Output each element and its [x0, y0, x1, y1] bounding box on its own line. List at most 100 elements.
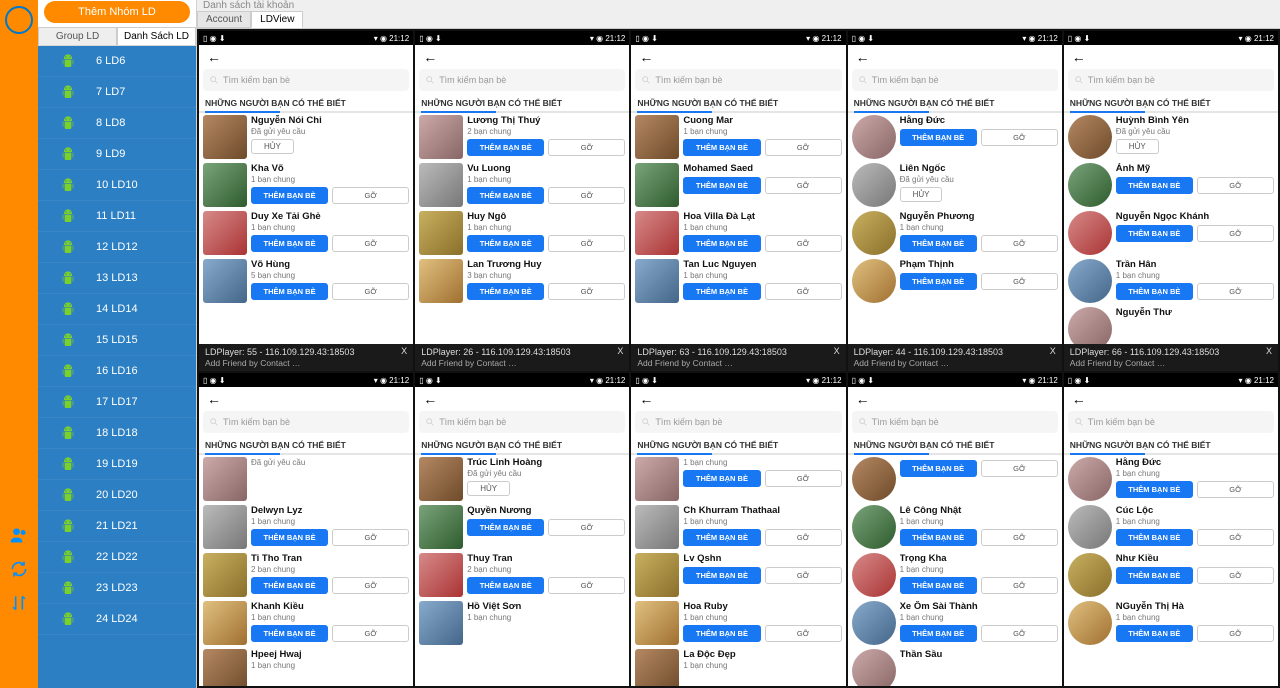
- sidebar-item[interactable]: 20 LD20: [38, 480, 196, 511]
- add-friend-button[interactable]: THÊM BẠN BÈ: [467, 139, 544, 156]
- add-friend-button[interactable]: THÊM BẠN BÈ: [900, 129, 977, 146]
- sidebar-item[interactable]: 19 LD19: [38, 449, 196, 480]
- avatar[interactable]: [203, 115, 247, 159]
- avatar[interactable]: [203, 457, 247, 501]
- sidebar-item[interactable]: 24 LD24: [38, 604, 196, 635]
- avatar[interactable]: [419, 163, 463, 207]
- sync-icon[interactable]: [8, 558, 30, 580]
- avatar[interactable]: [1068, 505, 1112, 549]
- avatar[interactable]: [852, 553, 896, 597]
- add-friend-button[interactable]: THÊM BẠN BÈ: [1116, 283, 1193, 300]
- sidebar-list[interactable]: 6 LD67 LD78 LD89 LD910 LD1011 LD1112 LD1…: [38, 46, 196, 688]
- add-friend-button[interactable]: THÊM BẠN BÈ: [1116, 529, 1193, 546]
- avatar[interactable]: [1068, 163, 1112, 207]
- search-input[interactable]: Tìm kiếm bạn bè: [852, 411, 1058, 433]
- back-icon[interactable]: ←: [856, 49, 870, 65]
- avatar[interactable]: [419, 601, 463, 645]
- avatar[interactable]: [1068, 259, 1112, 303]
- remove-button[interactable]: GỠ: [332, 625, 409, 642]
- add-friend-button[interactable]: THÊM BẠN BÈ: [683, 567, 760, 584]
- avatar[interactable]: [635, 649, 679, 686]
- remove-button[interactable]: GỠ: [1197, 177, 1274, 194]
- remove-button[interactable]: GỠ: [332, 235, 409, 252]
- remove-button[interactable]: GỠ: [548, 235, 625, 252]
- sidebar-item[interactable]: 16 LD16: [38, 356, 196, 387]
- close-icon[interactable]: X: [1266, 346, 1272, 356]
- search-input[interactable]: Tìm kiếm bạn bè: [1068, 411, 1274, 433]
- remove-button[interactable]: GỠ: [548, 519, 625, 536]
- friend-list[interactable]: Nguyễn Nói ChiĐã gửi yêu cầuHỦYKha Võ1 b…: [199, 113, 413, 344]
- avatar[interactable]: [419, 115, 463, 159]
- avatar[interactable]: [635, 211, 679, 255]
- cancel-button[interactable]: HỦY: [1116, 139, 1159, 154]
- add-friend-button[interactable]: THÊM BẠN BÈ: [683, 283, 760, 300]
- add-friend-button[interactable]: THÊM BẠN BÈ: [467, 283, 544, 300]
- add-friend-button[interactable]: THÊM BẠN BÈ: [467, 519, 544, 536]
- back-icon[interactable]: ←: [423, 391, 437, 407]
- avatar[interactable]: [635, 163, 679, 207]
- search-input[interactable]: Tìm kiếm bạn bè: [203, 411, 409, 433]
- remove-button[interactable]: GỠ: [1197, 529, 1274, 546]
- close-icon[interactable]: X: [617, 346, 623, 356]
- avatar[interactable]: [419, 259, 463, 303]
- cancel-button[interactable]: HỦY: [251, 139, 294, 154]
- search-input[interactable]: Tìm kiếm bạn bè: [852, 69, 1058, 91]
- friend-list[interactable]: Hằng Đức1 bạn chungTHÊM BẠN BÈGỠCúc Lộc1…: [1064, 455, 1278, 686]
- back-icon[interactable]: ←: [639, 391, 653, 407]
- avatar[interactable]: [1068, 211, 1112, 255]
- avatar[interactable]: [1068, 457, 1112, 501]
- remove-button[interactable]: GỠ: [765, 529, 842, 546]
- sidebar-tab-group[interactable]: Group LD: [38, 27, 117, 45]
- remove-button[interactable]: GỠ: [981, 129, 1058, 146]
- close-icon[interactable]: X: [1050, 346, 1056, 356]
- add-friend-button[interactable]: THÊM BẠN BÈ: [683, 625, 760, 642]
- avatar[interactable]: [419, 553, 463, 597]
- remove-button[interactable]: GỠ: [981, 529, 1058, 546]
- add-friend-button[interactable]: THÊM BẠN BÈ: [251, 235, 328, 252]
- remove-button[interactable]: GỠ: [332, 283, 409, 300]
- avatar[interactable]: [203, 211, 247, 255]
- search-input[interactable]: Tìm kiếm bạn bè: [419, 411, 625, 433]
- sidebar-item[interactable]: 7 LD7: [38, 77, 196, 108]
- sidebar-item[interactable]: 12 LD12: [38, 232, 196, 263]
- add-group-button[interactable]: Thêm Nhóm LD: [44, 1, 190, 23]
- add-friend-button[interactable]: THÊM BẠN BÈ: [1116, 567, 1193, 584]
- avatar[interactable]: [635, 505, 679, 549]
- remove-button[interactable]: GỠ: [332, 529, 409, 546]
- add-friend-button[interactable]: THÊM BẠN BÈ: [251, 625, 328, 642]
- add-friend-button[interactable]: THÊM BẠN BÈ: [683, 529, 760, 546]
- remove-button[interactable]: GỠ: [548, 577, 625, 594]
- friend-list[interactable]: 1 bạn chungTHÊM BẠN BÈGỠCh Khurram Thath…: [631, 455, 845, 686]
- avatar[interactable]: [635, 457, 679, 501]
- sort-icon[interactable]: [8, 592, 30, 614]
- close-icon[interactable]: X: [834, 346, 840, 356]
- remove-button[interactable]: GỠ: [981, 577, 1058, 594]
- avatar[interactable]: [852, 163, 896, 207]
- back-icon[interactable]: ←: [1072, 49, 1086, 65]
- cancel-button[interactable]: HỦY: [467, 481, 510, 496]
- users-icon[interactable]: [8, 524, 30, 546]
- avatar[interactable]: [635, 115, 679, 159]
- add-friend-button[interactable]: THÊM BẠN BÈ: [900, 577, 977, 594]
- add-friend-button[interactable]: THÊM BẠN BÈ: [251, 283, 328, 300]
- friend-list[interactable]: Lương Thị Thuý2 bạn chungTHÊM BẠN BÈGỠVu…: [415, 113, 629, 344]
- remove-button[interactable]: GỠ: [1197, 481, 1274, 498]
- sidebar-item[interactable]: 15 LD15: [38, 325, 196, 356]
- back-icon[interactable]: ←: [207, 49, 221, 65]
- friend-list[interactable]: THÊM BẠN BÈGỠLê Công Nhật1 bạn chungTHÊM…: [848, 455, 1062, 686]
- search-input[interactable]: Tìm kiếm bạn bè: [203, 69, 409, 91]
- add-friend-button[interactable]: THÊM BẠN BÈ: [1116, 177, 1193, 194]
- search-input[interactable]: Tìm kiếm bạn bè: [419, 69, 625, 91]
- sidebar-item[interactable]: 23 LD23: [38, 573, 196, 604]
- remove-button[interactable]: GỠ: [548, 283, 625, 300]
- remove-button[interactable]: GỠ: [332, 577, 409, 594]
- sidebar-item[interactable]: 6 LD6: [38, 46, 196, 77]
- friend-list[interactable]: Đã gửi yêu cầuDelwyn Lyz1 bạn chungTHÊM …: [199, 455, 413, 686]
- add-friend-button[interactable]: THÊM BẠN BÈ: [900, 235, 977, 252]
- remove-button[interactable]: GỠ: [981, 460, 1058, 477]
- sidebar-item[interactable]: 10 LD10: [38, 170, 196, 201]
- add-friend-button[interactable]: THÊM BẠN BÈ: [900, 625, 977, 642]
- search-input[interactable]: Tìm kiếm bạn bè: [635, 411, 841, 433]
- back-icon[interactable]: ←: [207, 391, 221, 407]
- sidebar-item[interactable]: 21 LD21: [38, 511, 196, 542]
